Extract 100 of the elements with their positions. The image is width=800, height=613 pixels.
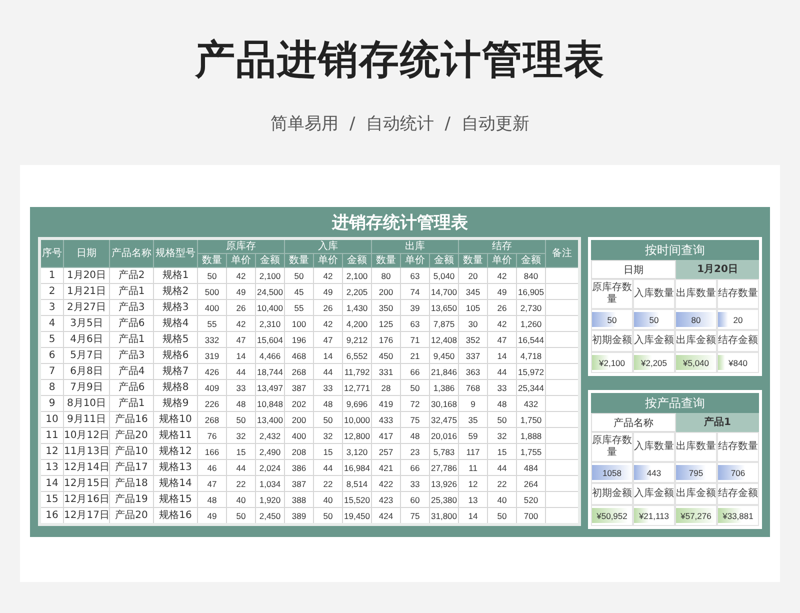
table-cell: 419 bbox=[372, 396, 401, 412]
table-cell: 32,475 bbox=[430, 412, 459, 428]
table-cell: 10 bbox=[40, 412, 64, 428]
table-cell: 规格14 bbox=[154, 476, 198, 492]
table-cell: 14 bbox=[314, 348, 343, 364]
table-cell: 5 bbox=[40, 332, 64, 348]
table-cell: 49 bbox=[314, 284, 343, 300]
stat-value: ¥840 bbox=[728, 358, 748, 368]
table-cell: 28 bbox=[372, 380, 401, 396]
table-cell: 产品20 bbox=[110, 428, 154, 444]
table-cell: 11 bbox=[458, 460, 488, 476]
table-cell: 60 bbox=[400, 492, 430, 508]
stat-label: 原库存数量 bbox=[591, 432, 633, 462]
table-cell: 35 bbox=[458, 412, 488, 428]
table-cell: 规格5 bbox=[154, 332, 198, 348]
table-cell: 23 bbox=[400, 444, 430, 460]
table-cell: 14,700 bbox=[430, 284, 459, 300]
table-cell: 30,168 bbox=[430, 396, 459, 412]
table-cell: 产品4 bbox=[110, 364, 154, 380]
table-cell: 12月15日 bbox=[64, 476, 110, 492]
table-cell: 44 bbox=[226, 460, 256, 476]
table-cell: 76 bbox=[198, 428, 226, 444]
table-cell: 产品1 bbox=[110, 284, 154, 300]
table-cell: 50 bbox=[284, 268, 314, 284]
column-header: 数量 bbox=[198, 254, 226, 268]
table-cell: 21,846 bbox=[430, 364, 459, 380]
table-cell: 16,905 bbox=[516, 284, 546, 300]
table-cell: 产品17 bbox=[110, 460, 154, 476]
table-cell: 768 bbox=[458, 380, 488, 396]
table-cell: 27,786 bbox=[430, 460, 459, 476]
table-cell: 100 bbox=[284, 316, 314, 332]
query-value[interactable]: 产品1 bbox=[676, 413, 760, 432]
table-cell: 产品19 bbox=[110, 492, 154, 508]
panel-title: 按产品查询 bbox=[591, 393, 759, 413]
table-cell: 规格3 bbox=[154, 300, 198, 316]
table-cell: 3月5日 bbox=[64, 316, 110, 332]
table-cell: 6,552 bbox=[342, 348, 372, 364]
table-cell: 42 bbox=[314, 268, 343, 284]
table-cell: 25,380 bbox=[430, 492, 459, 508]
table-cell: 409 bbox=[198, 380, 226, 396]
table-cell: 417 bbox=[372, 428, 401, 444]
table-cell: 421 bbox=[372, 460, 401, 476]
column-header: 数量 bbox=[458, 254, 488, 268]
table-cell: 2,024 bbox=[256, 460, 285, 476]
table-cell: 352 bbox=[458, 332, 488, 348]
table-cell: 196 bbox=[284, 332, 314, 348]
table-cell: 19,450 bbox=[342, 508, 372, 524]
table-cell: 42 bbox=[226, 316, 256, 332]
table-cell: 66 bbox=[400, 364, 430, 380]
table-cell: 63 bbox=[400, 316, 430, 332]
table-cell: 42 bbox=[226, 268, 256, 284]
table-cell: 1,750 bbox=[516, 412, 546, 428]
table-cell: 520 bbox=[516, 492, 546, 508]
table-cell: 15 bbox=[40, 492, 64, 508]
table-cell: 26 bbox=[314, 300, 343, 316]
table-cell: 规格2 bbox=[154, 284, 198, 300]
table-cell: 22 bbox=[226, 476, 256, 492]
table-cell: 10,000 bbox=[342, 412, 372, 428]
table-cell: 13,400 bbox=[256, 412, 285, 428]
table-cell: 55 bbox=[284, 300, 314, 316]
stat-label: 结存数量 bbox=[717, 432, 759, 462]
table-cell: 16,544 bbox=[516, 332, 546, 348]
table-cell: 1 bbox=[40, 268, 64, 284]
query-value[interactable]: 1月20日 bbox=[676, 260, 760, 279]
table-cell: 18,744 bbox=[256, 364, 285, 380]
column-header: 日期 bbox=[64, 238, 110, 268]
table-cell: 13,926 bbox=[430, 476, 459, 492]
table-cell: 4 bbox=[40, 316, 64, 332]
table-cell: 12月16日 bbox=[64, 492, 110, 508]
column-header: 单价 bbox=[314, 254, 343, 268]
table-cell: 26 bbox=[226, 300, 256, 316]
table-cell: 15 bbox=[226, 444, 256, 460]
table-cell: 2,100 bbox=[342, 268, 372, 284]
table-cell: 2,100 bbox=[256, 268, 285, 284]
table-cell: 33 bbox=[226, 380, 256, 396]
table-cell: 6 bbox=[40, 348, 64, 364]
table-cell: 48 bbox=[198, 492, 226, 508]
table-cell: 14 bbox=[40, 476, 64, 492]
column-header: 单价 bbox=[226, 254, 256, 268]
stat-value: 795 bbox=[688, 468, 704, 478]
table-cell: 1,755 bbox=[516, 444, 546, 460]
query-label: 产品名称 bbox=[591, 413, 676, 432]
table-cell: 14 bbox=[488, 348, 517, 364]
table-cell: 产品18 bbox=[110, 476, 154, 492]
table-cell: 44 bbox=[314, 364, 343, 380]
table-cell: 12 bbox=[40, 444, 64, 460]
table-cell: 8,514 bbox=[342, 476, 372, 492]
stat-label: 入库金额 bbox=[633, 483, 675, 505]
stat-value: ¥50,952 bbox=[596, 510, 628, 520]
table-cell: 49 bbox=[488, 284, 517, 300]
column-header: 规格型号 bbox=[154, 238, 198, 268]
table-cell: 7月9日 bbox=[64, 380, 110, 396]
table-cell: 15,604 bbox=[256, 332, 285, 348]
table-cell: 12月17日 bbox=[64, 508, 110, 524]
table-cell: 40 bbox=[226, 492, 256, 508]
table-cell: 26 bbox=[488, 300, 517, 316]
table-cell: 50 bbox=[314, 412, 343, 428]
table-cell: 规格6 bbox=[154, 348, 198, 364]
table-cell: 6月8日 bbox=[64, 364, 110, 380]
table-cell: 规格7 bbox=[154, 364, 198, 380]
